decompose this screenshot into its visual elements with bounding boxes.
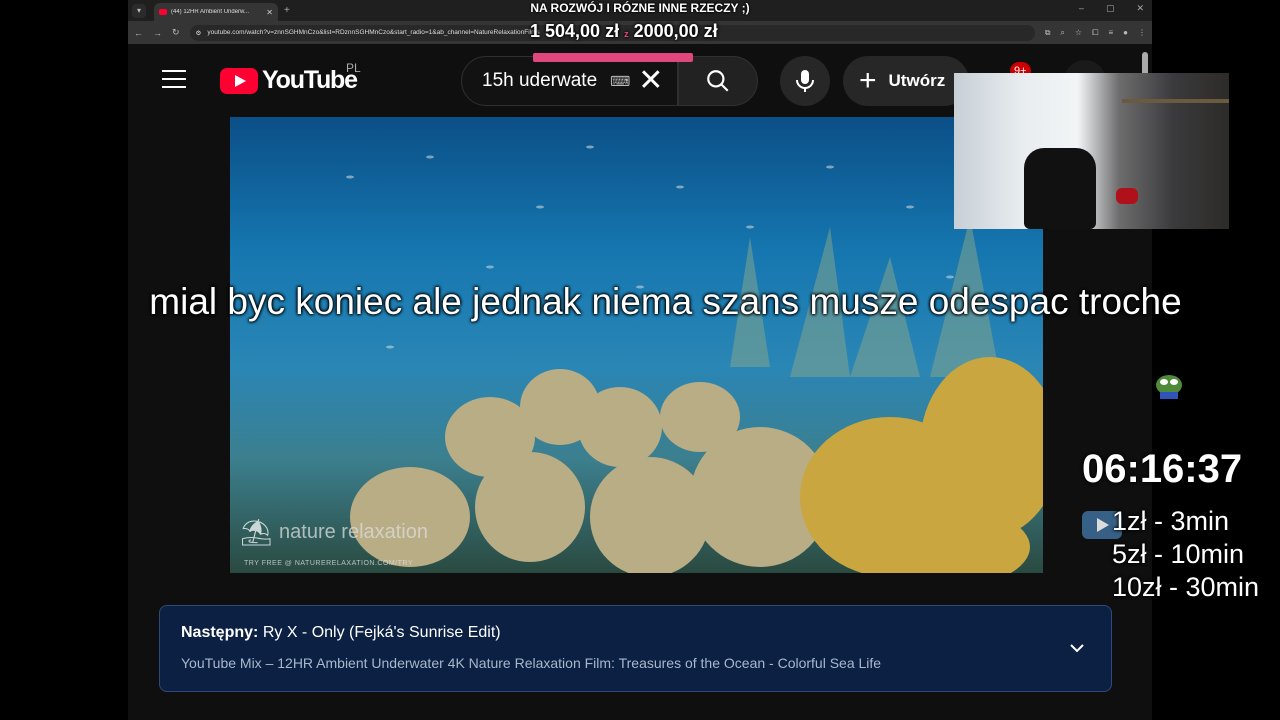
microphone-icon <box>796 70 814 92</box>
price-item: 10zł - 30min <box>1112 572 1260 602</box>
video-watermark: ⛱ nature relaxation <box>240 517 428 548</box>
price-item: 1zł - 3min <box>1112 506 1230 536</box>
clear-search-icon[interactable]: ✕ <box>638 66 663 96</box>
donation-goal: 1 504,00 zł z 2000,00 zł <box>530 21 718 42</box>
coral-reef-scene <box>316 145 1043 573</box>
site-info-icon[interactable]: ⚙ <box>196 29 202 37</box>
watermark-sub: TRY FREE @ NATURERELAXATION.COM/TRY <box>244 560 414 567</box>
reload-icon[interactable]: ↻ <box>172 27 180 38</box>
back-icon[interactable]: ← <box>134 28 143 38</box>
create-label: Utwórz <box>888 71 946 90</box>
search-button[interactable] <box>678 56 758 106</box>
pepe-emote-icon <box>1156 375 1182 399</box>
webcam-shelf <box>1122 99 1229 103</box>
up-next-panel[interactable]: Następny: Ry X - Only (Fejká's Sunrise E… <box>159 605 1112 692</box>
up-next-title-line: Następny: Ry X - Only (Fejká's Sunrise E… <box>181 624 1090 642</box>
toolbar-icons: ⧉ ⌕ ☆ ⧠ ≡ ● ⋮ <box>1045 28 1146 38</box>
create-button[interactable]: + Utwórz <box>843 56 969 106</box>
watermark-brand: nature relaxation <box>279 521 428 543</box>
extensions-icon[interactable]: ⧠ <box>1092 28 1098 38</box>
donation-target: 2000,00 zł <box>633 21 718 41</box>
stream-timer: 06:16:37 <box>1082 447 1243 491</box>
price-list: 1zł - 3min 5zł - 10min 10zł - 30min <box>1112 505 1259 604</box>
up-next-subtitle: YouTube Mix – 12HR Ambient Underwater 4K… <box>181 655 882 671</box>
webcam-red-object <box>1116 188 1138 204</box>
voice-search-button[interactable] <box>780 56 830 106</box>
address-url: youtube.com/watch?v=znnSGHMnCzo&list=RDz… <box>207 29 540 36</box>
up-next-title: Ry X - Only (Fejká's Sunrise Edit) <box>262 624 501 641</box>
up-next-label: Następny: <box>181 624 259 641</box>
bookmark-star-icon[interactable]: ☆ <box>1075 28 1082 38</box>
menu-icon[interactable] <box>162 70 186 94</box>
zoom-icon[interactable]: ⌕ <box>1060 28 1064 38</box>
keyboard-icon[interactable]: ⌨ <box>610 73 630 90</box>
forward-icon[interactable]: → <box>153 28 162 38</box>
profile-icon[interactable]: ● <box>1123 28 1128 38</box>
youtube-wordmark: YouTube <box>262 66 358 94</box>
price-item: 5zł - 10min <box>1112 539 1245 569</box>
stream-caption: mial byc koniec ale jednak niema szans m… <box>149 281 1182 322</box>
stream-banner: NA ROZWÓJ I RÓZNE INNE RZECZY ;) <box>530 1 750 15</box>
youtube-play-icon <box>220 67 258 94</box>
media-icon[interactable]: ≡ <box>1108 28 1113 38</box>
webcam-overlay <box>954 73 1229 229</box>
install-app-icon[interactable]: ⧉ <box>1045 28 1051 38</box>
plus-icon: + <box>859 64 877 97</box>
donation-separator-icon: z <box>624 29 629 39</box>
video-player[interactable]: ⛱ nature relaxation TRY FREE @ NATUREREL… <box>230 117 1043 573</box>
browser-menu-icon[interactable]: ⋮ <box>1138 28 1146 38</box>
search-query: 15h uderwate <box>482 70 598 91</box>
webcam-chair <box>1024 148 1096 229</box>
donation-progress-bar <box>533 53 693 62</box>
youtube-logo[interactable]: YouTube <box>220 66 358 95</box>
palm-tree-icon: ⛱ <box>240 517 274 547</box>
search-input[interactable]: 15h uderwate ⌨ ✕ <box>461 56 678 106</box>
search-icon <box>707 70 729 92</box>
chevron-down-icon[interactable] <box>1067 638 1087 658</box>
region-code: PL <box>346 61 361 75</box>
donation-current: 1 504,00 zł <box>530 21 620 41</box>
